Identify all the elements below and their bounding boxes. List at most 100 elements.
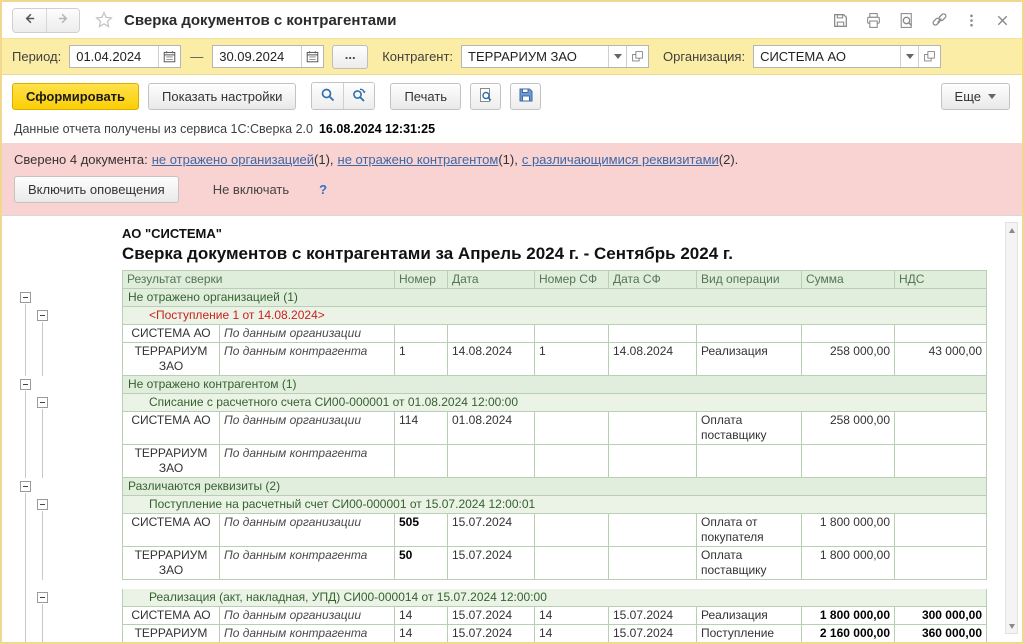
- back-button[interactable]: [13, 9, 46, 32]
- scroll-up-icon[interactable]: [1006, 224, 1017, 236]
- enable-notifications-button[interactable]: Включить оповещения: [14, 176, 179, 203]
- generate-button[interactable]: Сформировать: [12, 83, 139, 110]
- period-from-value[interactable]: 01.04.2024: [70, 46, 158, 67]
- tree-gutter: [12, 394, 122, 412]
- table-row[interactable]: СИСТЕМА АОПо данным организации: [12, 325, 996, 343]
- chevron-down-icon[interactable]: [900, 46, 918, 67]
- tree-gutter: [12, 607, 122, 625]
- subgroup-row[interactable]: Списание с расчетного счета СИ00-000001 …: [12, 394, 996, 412]
- collapse-toggle-icon[interactable]: [37, 592, 48, 603]
- table-cell: [697, 325, 802, 343]
- link-not-reflected-org[interactable]: не отражено организацией: [152, 152, 314, 167]
- table-cell: 15.07.2024: [448, 547, 535, 580]
- subgroup-row[interactable]: Реализация (акт, накладная, УПД) СИ00-00…: [12, 589, 996, 607]
- vertical-scrollbar[interactable]: [1005, 222, 1018, 634]
- table-row[interactable]: ТЕРРАРИУМ ЗАОПо данным контрагента: [12, 445, 996, 478]
- favorite-star-icon[interactable]: [94, 10, 114, 30]
- link-icon[interactable]: [931, 12, 948, 29]
- link-different-details[interactable]: с различающимися реквизитами: [522, 152, 719, 167]
- calendar-icon[interactable]: [158, 46, 180, 67]
- search-button[interactable]: [312, 83, 343, 109]
- status-line: Данные отчета получены из сервиса 1С:Све…: [2, 117, 1022, 143]
- table-cell: [895, 445, 987, 478]
- table-cell: [609, 547, 697, 580]
- collapse-toggle-icon[interactable]: [20, 292, 31, 303]
- chevron-down-icon[interactable]: [608, 46, 626, 67]
- table-cell: СИСТЕМА АО: [122, 514, 220, 547]
- more-button[interactable]: Еще: [941, 83, 1010, 110]
- collapse-toggle-icon[interactable]: [20, 481, 31, 492]
- table-cell: По данным контрагента: [220, 547, 395, 580]
- column-header: Номер: [395, 270, 448, 289]
- menu-dots-icon[interactable]: [964, 12, 979, 29]
- table-cell: СИСТЕМА АО: [122, 412, 220, 445]
- save-result-button[interactable]: [510, 83, 541, 110]
- decline-notifications-button[interactable]: Не включать: [213, 182, 289, 197]
- back-arrow-icon: [22, 11, 37, 29]
- table-row[interactable]: ТЕРРАРИУМ ЗАОПо данным контрагента5015.0…: [12, 547, 996, 580]
- counterparty-value[interactable]: ТЕРРАРИУМ ЗАО: [462, 46, 608, 67]
- group-row[interactable]: Различаются реквизиты (2): [12, 478, 996, 496]
- help-icon[interactable]: ?: [319, 182, 327, 197]
- table-cell: 1: [535, 343, 609, 376]
- collapse-toggle-icon[interactable]: [20, 379, 31, 390]
- table-row[interactable]: СИСТЕМА АОПо данным организации1415.07.2…: [12, 607, 996, 625]
- table-cell: [895, 325, 987, 343]
- table-row[interactable]: ТЕРРАРИУМ ЗАОПо данным контрагента114.08…: [12, 343, 996, 376]
- scroll-down-icon[interactable]: [1006, 620, 1017, 632]
- collapse-toggle-icon[interactable]: [37, 499, 48, 510]
- open-icon[interactable]: [626, 46, 648, 67]
- table-cell: Реализация: [697, 607, 802, 625]
- collapse-toggle-icon[interactable]: [37, 310, 48, 321]
- table-cell: По данным организации: [220, 514, 395, 547]
- spacer-cell: [122, 580, 987, 589]
- period-to-value[interactable]: 30.09.2024: [213, 46, 301, 67]
- tree-gutter: [12, 589, 122, 607]
- table-cell: [609, 514, 697, 547]
- open-icon[interactable]: [918, 46, 940, 67]
- table-row[interactable]: ТЕРРАРИУМ ЗАОПо данным контрагента1415.0…: [12, 625, 996, 642]
- title-bar: Сверка документов с контрагентами: [2, 2, 1022, 38]
- search-next-button[interactable]: [343, 83, 374, 109]
- table-cell: 14.08.2024: [609, 343, 697, 376]
- print-preview-icon[interactable]: [898, 12, 915, 29]
- period-from-field[interactable]: 01.04.2024: [69, 45, 181, 68]
- tree-gutter: [12, 412, 122, 445]
- tree-gutter: [12, 445, 122, 478]
- count-not-reflected-cp: (1),: [498, 152, 518, 167]
- table-row[interactable]: СИСТЕМА АОПо данным организации50515.07.…: [12, 514, 996, 547]
- tree-gutter: [12, 580, 122, 589]
- link-not-reflected-cp[interactable]: не отражено контрагентом: [338, 152, 499, 167]
- reconciliation-alert: Сверено 4 документа:не отражено организа…: [2, 143, 1022, 215]
- organization-field[interactable]: СИСТЕМА АО: [753, 45, 941, 68]
- print-icon[interactable]: [865, 12, 882, 29]
- table-header-row: Результат сверкиНомерДатаНомер СФДата СФ…: [12, 270, 996, 289]
- tree-gutter: [12, 270, 122, 289]
- table-cell: 300 000,00: [895, 607, 987, 625]
- counterparty-field[interactable]: ТЕРРАРИУМ ЗАО: [461, 45, 649, 68]
- period-to-field[interactable]: 30.09.2024: [212, 45, 324, 68]
- preview-button[interactable]: [470, 83, 501, 110]
- table-cell: [895, 547, 987, 580]
- table-cell: ТЕРРАРИУМ ЗАО: [122, 547, 220, 580]
- period-more-button[interactable]: ...: [332, 45, 368, 69]
- collapse-toggle-icon[interactable]: [37, 397, 48, 408]
- print-button[interactable]: Печать: [390, 83, 461, 110]
- table-cell: 360 000,00: [895, 625, 987, 642]
- table-cell: Оплата поставщику: [697, 412, 802, 445]
- organization-value[interactable]: СИСТЕМА АО: [754, 46, 900, 67]
- group-row[interactable]: Не отражено контрагентом (1): [12, 376, 996, 394]
- table-cell: Поступление: [697, 625, 802, 642]
- table-cell: 258 000,00: [802, 412, 895, 445]
- forward-button[interactable]: [46, 9, 79, 32]
- close-icon[interactable]: [995, 13, 1010, 28]
- save-icon[interactable]: [832, 12, 849, 29]
- subgroup-row[interactable]: <Поступление 1 от 14.08.2024>: [12, 307, 996, 325]
- table-cell: 1 800 000,00: [802, 607, 895, 625]
- show-settings-button[interactable]: Показать настройки: [148, 83, 296, 110]
- tree-gutter: [12, 376, 122, 394]
- group-row[interactable]: Не отражено организацией (1): [12, 289, 996, 307]
- table-row[interactable]: СИСТЕМА АОПо данным организации11401.08.…: [12, 412, 996, 445]
- subgroup-row[interactable]: Поступление на расчетный счет СИ00-00000…: [12, 496, 996, 514]
- calendar-icon[interactable]: [301, 46, 323, 67]
